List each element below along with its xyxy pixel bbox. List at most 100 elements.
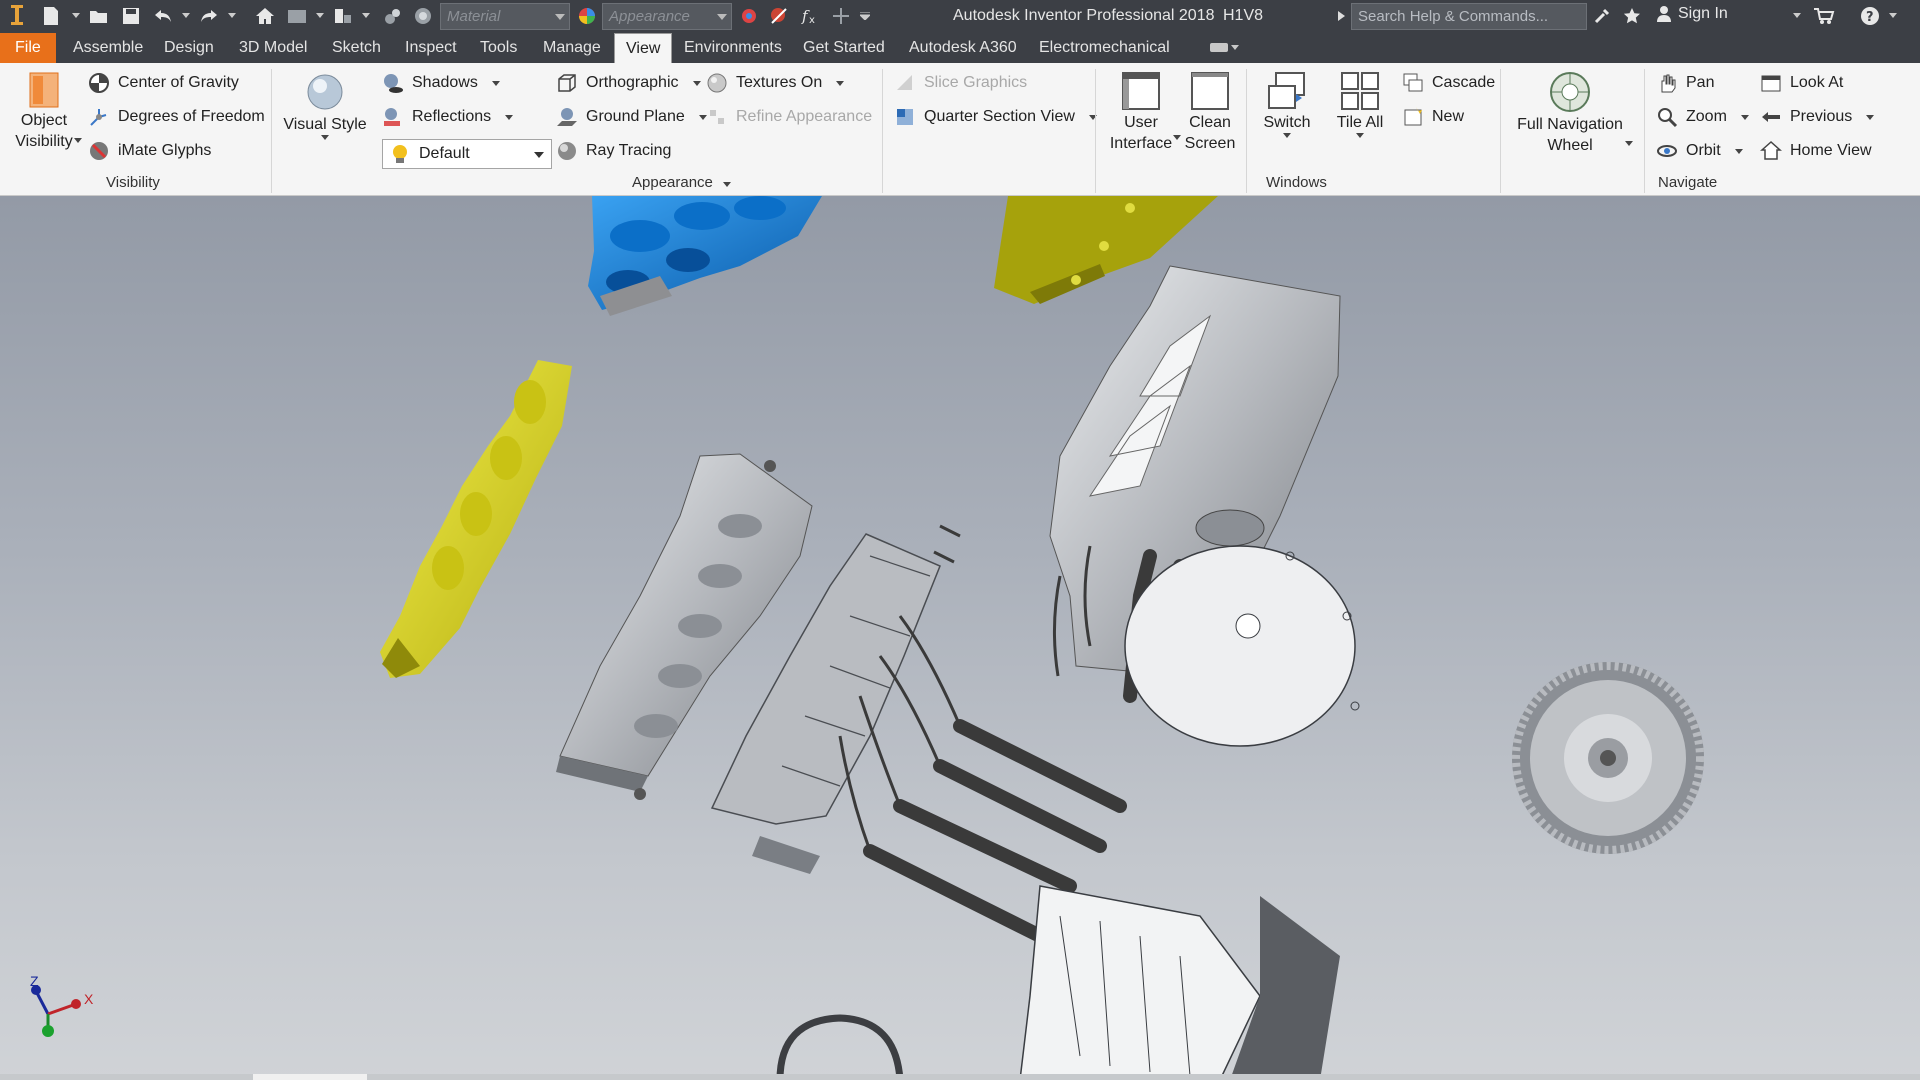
new-window-button[interactable]: New xyxy=(1402,106,1464,128)
adjust-appearance-icon[interactable] xyxy=(738,4,760,28)
tab-3d-model[interactable]: 3D Model xyxy=(228,33,318,63)
material-combo[interactable]: Material xyxy=(440,3,570,30)
document-tab-indicator[interactable] xyxy=(253,1074,367,1080)
center-of-gravity-button[interactable]: Center of Gravity xyxy=(88,72,239,94)
measure-plus-icon[interactable] xyxy=(830,4,852,28)
select-icon[interactable] xyxy=(332,4,354,28)
tab-get-started[interactable]: Get Started xyxy=(792,33,896,63)
degrees-of-freedom-button[interactable]: Degrees of Freedom xyxy=(88,106,265,128)
cascade-button[interactable]: Cascade xyxy=(1402,72,1495,94)
nav-wheel-dropdown[interactable] xyxy=(1625,141,1633,146)
home-view-button[interactable]: Home View xyxy=(1760,140,1872,162)
flywheel[interactable] xyxy=(1512,662,1704,854)
tab-view[interactable]: View xyxy=(614,33,673,63)
user-interface-button[interactable]: User Interface xyxy=(1104,70,1178,154)
chevron-down-icon xyxy=(321,135,329,140)
favorites-star-icon[interactable] xyxy=(1620,4,1644,28)
visual-style-icon xyxy=(307,74,343,110)
update-icon[interactable] xyxy=(286,4,308,28)
imate-glyphs-label: iMate Glyphs xyxy=(118,142,212,159)
intake-manifold[interactable] xyxy=(588,196,822,316)
select-dropdown-icon[interactable] xyxy=(360,4,372,28)
tab-autodesk-a360[interactable]: Autodesk A360 xyxy=(898,33,1028,63)
new-dropdown-icon[interactable] xyxy=(70,4,82,28)
shadows-icon xyxy=(384,74,403,93)
ground-plane-icon xyxy=(557,108,577,126)
sign-in-button[interactable]: Sign In xyxy=(1656,5,1728,23)
visual-preset-select[interactable]: Default xyxy=(382,139,552,169)
previous-view-icon xyxy=(1762,112,1780,122)
color-override-icon[interactable] xyxy=(382,4,404,28)
sign-in-dropdown-icon[interactable] xyxy=(1790,4,1804,28)
imate-glyphs-button[interactable]: iMate Glyphs xyxy=(88,140,211,162)
tab-inspect[interactable]: Inspect xyxy=(394,33,468,63)
clear-appearance-icon[interactable] xyxy=(768,4,790,28)
panel-toggle-icon[interactable] xyxy=(1198,35,1250,65)
chevron-down-icon xyxy=(836,80,845,86)
home-icon[interactable] xyxy=(254,4,276,28)
textures-on-label: Textures On xyxy=(736,74,823,91)
visual-style-button[interactable]: Visual Style xyxy=(282,70,368,140)
inventor-logo-icon[interactable] xyxy=(6,4,28,28)
search-binoculars-icon[interactable] xyxy=(1590,4,1614,28)
help-dropdown-icon[interactable] xyxy=(1886,4,1900,28)
y-axis-ball xyxy=(42,1025,54,1037)
appearance-ball-icon[interactable] xyxy=(576,4,598,28)
search-input[interactable]: Search Help & Commands... xyxy=(1351,3,1587,30)
panel-separator xyxy=(882,69,883,193)
object-visibility-button[interactable]: Object Visibility xyxy=(10,70,78,152)
help-icon[interactable]: ? xyxy=(1858,4,1882,28)
tab-design[interactable]: Design xyxy=(153,33,225,63)
redo-icon[interactable] xyxy=(198,4,220,28)
update-dropdown-icon[interactable] xyxy=(314,4,326,28)
save-icon[interactable] xyxy=(120,4,142,28)
tab-manage[interactable]: Manage xyxy=(532,33,612,63)
material-placeholder: Material xyxy=(447,8,501,25)
previous-view-button[interactable]: Previous xyxy=(1760,106,1875,128)
open-folder-icon[interactable] xyxy=(88,4,110,28)
chevron-right-icon[interactable] xyxy=(1334,4,1348,28)
zoom-button[interactable]: Zoom xyxy=(1656,106,1749,128)
tab-tools[interactable]: Tools xyxy=(469,33,528,63)
ray-tracing-button[interactable]: Ray Tracing xyxy=(556,140,671,162)
tab-environments[interactable]: Environments xyxy=(673,33,793,63)
cart-icon[interactable] xyxy=(1812,4,1836,28)
object-visibility-dropdown[interactable] xyxy=(74,138,82,143)
chevron-down-icon xyxy=(717,14,727,20)
home-view-icon xyxy=(1760,140,1782,160)
undo-icon[interactable] xyxy=(152,4,174,28)
engine-assembly-scene[interactable]: X Z xyxy=(0,196,1920,1080)
refine-appearance-button[interactable]: Refine Appearance xyxy=(706,106,872,128)
look-at-button[interactable]: Look At xyxy=(1760,72,1843,94)
appearance-combo[interactable]: Appearance xyxy=(602,3,732,30)
reflections-button[interactable]: Reflections xyxy=(382,106,514,128)
clean-screen-button[interactable]: Clean Screen xyxy=(1180,70,1240,154)
slice-graphics-button[interactable]: Slice Graphics xyxy=(894,72,1027,94)
exhaust-manifold[interactable] xyxy=(380,360,572,678)
full-navigation-wheel-button[interactable]: Full Navigation Wheel xyxy=(1510,70,1630,156)
redo-dropdown-icon[interactable] xyxy=(226,4,238,28)
tile-all-button[interactable]: Tile All xyxy=(1324,70,1396,138)
bell-housing[interactable] xyxy=(1019,545,1360,1080)
customize-qat-icon[interactable] xyxy=(858,4,872,28)
pan-button[interactable]: Pan xyxy=(1656,72,1714,94)
tab-sketch[interactable]: Sketch xyxy=(321,33,392,63)
materials-globe-icon[interactable] xyxy=(412,4,434,28)
new-file-icon[interactable] xyxy=(40,4,62,28)
user-icon xyxy=(1657,6,1671,22)
textures-on-button[interactable]: Textures On xyxy=(706,72,845,94)
shadows-button[interactable]: Shadows xyxy=(382,72,500,94)
graphics-viewport[interactable]: X Z xyxy=(0,196,1920,1080)
appearance-panel-label[interactable]: Appearance xyxy=(632,174,732,191)
switch-button[interactable]: Switch xyxy=(1254,70,1320,138)
orbit-button[interactable]: Orbit xyxy=(1656,140,1743,162)
tab-assemble[interactable]: Assemble xyxy=(62,33,154,63)
ground-plane-button[interactable]: Ground Plane xyxy=(556,106,707,128)
tab-electromechanical[interactable]: Electromechanical xyxy=(1028,33,1181,63)
undo-dropdown-icon[interactable] xyxy=(180,4,192,28)
parameters-fx-icon[interactable]: fx xyxy=(800,4,822,28)
tab-file[interactable]: File xyxy=(0,33,56,63)
gasket-ring[interactable] xyxy=(776,1014,904,1080)
quarter-section-view-button[interactable]: Quarter Section View xyxy=(894,106,1097,128)
orthographic-button[interactable]: Orthographic xyxy=(556,72,701,94)
